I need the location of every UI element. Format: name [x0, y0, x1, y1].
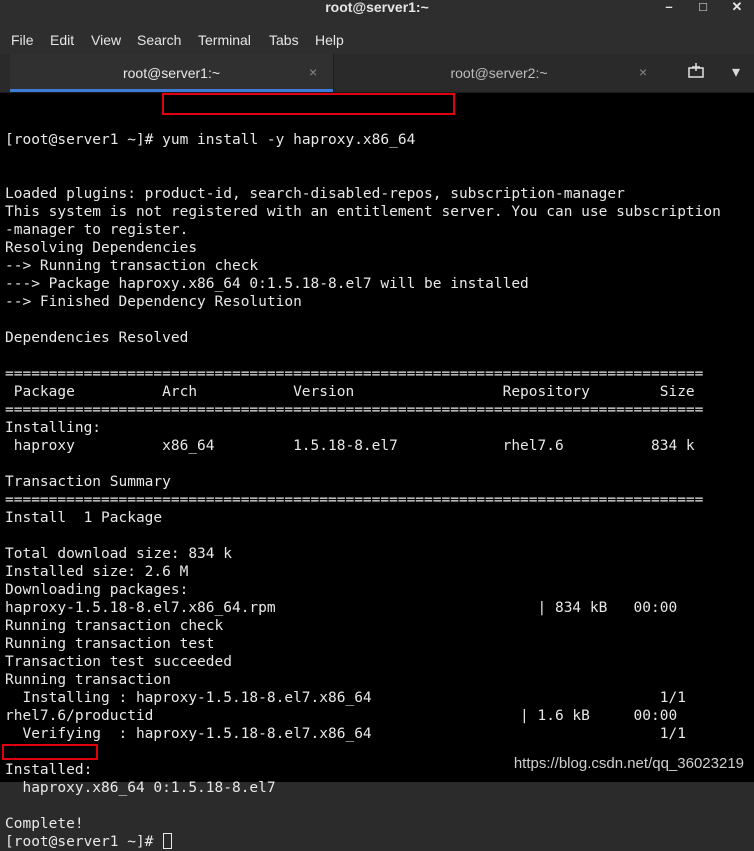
prompt: [root@server1 ~]#: [5, 132, 163, 148]
terminal-line: Complete!: [5, 816, 84, 832]
new-tab-icon: [688, 63, 704, 78]
tab-server1[interactable]: root@server1:~ ×: [10, 54, 333, 92]
terminal-line: Downloading packages:: [5, 582, 189, 598]
menu-search[interactable]: Search: [137, 31, 181, 49]
tabs-menu-button[interactable]: ▾: [724, 62, 748, 84]
terminal-line: rhel7.6/productid | 1.6 kB 00:00: [5, 708, 678, 724]
terminal-view[interactable]: [root@server1 ~]# yum install -y haproxy…: [0, 93, 754, 850]
close-icon: ✕: [731, 0, 743, 14]
terminal-line: This system is not registered with an en…: [5, 204, 721, 220]
terminal-line: Package Arch Version Repository Size: [5, 384, 695, 400]
menu-file[interactable]: File: [11, 31, 34, 49]
tab-server2-label: root@server2:~: [450, 65, 548, 81]
terminal-line: ========================================…: [5, 492, 704, 508]
watermark: https://blog.csdn.net/qq_36023219: [513, 755, 744, 772]
terminal-line: Total download size: 834 k: [5, 546, 232, 562]
terminal-line: Transaction test succeeded: [5, 654, 232, 670]
terminal-line: --> Running transaction check: [5, 258, 259, 274]
terminal-line: haproxy-1.5.18-8.el7.x86_64.rpm | 834 kB…: [5, 600, 678, 616]
menu-help[interactable]: Help: [315, 31, 344, 49]
terminal-cursor: [163, 833, 173, 849]
terminal-line: Installing : haproxy-1.5.18-8.el7.x86_64…: [5, 690, 686, 706]
tab-server1-label: root@server1:~: [122, 65, 221, 81]
terminal-line: Running transaction test: [5, 636, 215, 652]
chevron-down-icon: ▾: [731, 64, 741, 81]
terminal-line: ---> Package haproxy.x86_64 0:1.5.18-8.e…: [5, 276, 529, 292]
terminal-line: Running transaction: [5, 672, 171, 688]
final-prompt-line: [root@server1 ~]#: [5, 833, 721, 851]
command-line: [root@server1 ~]# yum install -y haproxy…: [5, 131, 721, 149]
tab-bar: root@server1:~ × root@server2:~ × ▾: [0, 54, 754, 93]
terminal-line: Running transaction check: [5, 618, 224, 634]
tab-server1-close-icon[interactable]: ×: [309, 64, 317, 80]
terminal-line: ========================================…: [5, 402, 704, 418]
terminal-line: Loaded plugins: product-id, search-disab…: [5, 186, 625, 202]
menu-tabs[interactable]: Tabs: [269, 31, 299, 49]
terminal-line: Transaction Summary: [5, 474, 171, 490]
menu-bar: File Edit View Search Terminal Tabs Help: [0, 26, 754, 54]
minimize-button[interactable]: –: [658, 0, 680, 14]
terminal-line: Install 1 Package: [5, 510, 163, 526]
terminal-output: [root@server1 ~]# yum install -y haproxy…: [5, 95, 721, 851]
command-highlight-box: [162, 93, 455, 115]
menu-view[interactable]: View: [91, 31, 121, 49]
close-window-button[interactable]: ✕: [726, 0, 748, 14]
new-tab-button[interactable]: [684, 62, 708, 84]
menu-edit[interactable]: Edit: [50, 31, 74, 49]
minimize-icon: –: [665, 0, 673, 14]
terminal-line: Verifying : haproxy-1.5.18-8.el7.x86_64 …: [5, 726, 686, 742]
terminal-line: Installed size: 2.6 M: [5, 564, 189, 580]
final-prompt: [root@server1 ~]#: [5, 834, 163, 850]
terminal-line: -manager to register.: [5, 222, 189, 238]
terminal-line: haproxy x86_64 1.5.18-8.el7 rhel7.6 834 …: [5, 438, 695, 454]
tab-server2-close-icon[interactable]: ×: [639, 64, 647, 80]
terminal-line: Resolving Dependencies: [5, 240, 198, 256]
terminal-line: Installing:: [5, 420, 102, 436]
terminal-line: Dependencies Resolved: [5, 330, 189, 346]
maximize-icon: □: [699, 0, 707, 14]
menu-terminal[interactable]: Terminal: [198, 31, 251, 49]
complete-highlight-box: [2, 744, 98, 760]
maximize-button[interactable]: □: [692, 0, 714, 14]
tab-server2[interactable]: root@server2:~ ×: [334, 54, 664, 92]
terminal-line: ========================================…: [5, 366, 704, 382]
window-titlebar: root@server1:~ – □ ✕: [0, 0, 754, 26]
command-text: yum install -y haproxy.x86_64: [162, 132, 416, 148]
terminal-line: --> Finished Dependency Resolution: [5, 294, 302, 310]
window-title: root@server1:~: [325, 0, 429, 15]
